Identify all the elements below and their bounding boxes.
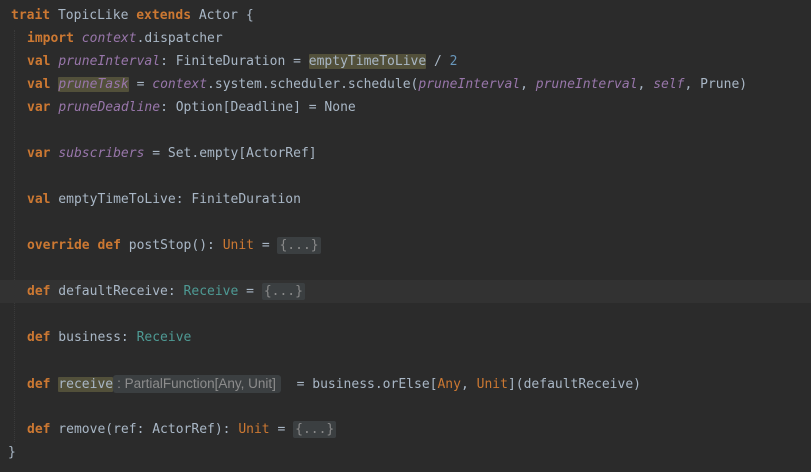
keyword: val [27,54,51,69]
text: , [460,377,477,392]
text: .system.scheduler.schedule( [207,77,419,92]
keyword: def [27,284,51,299]
code-line-8[interactable]: override def postStop(): Unit = {...} [0,234,811,257]
keyword: def [27,377,51,392]
text: , [520,77,536,92]
text: , [637,77,654,92]
code-line-12[interactable]: def remove(ref: ActorRef): Unit = {...} [0,418,811,441]
identifier: pruneTask [58,77,129,92]
type: Unit [222,238,254,253]
type: Receive [183,284,239,299]
keyword: def [27,330,51,345]
keyword: override [27,238,90,253]
type: Receive [136,330,192,345]
keyword: val [27,77,51,92]
text: = [269,422,294,437]
identifier: pruneInterval [58,54,161,69]
text: Actor { [191,8,254,23]
text: emptyTimeToLive: FiniteDuration [50,192,301,207]
type: Unit [476,377,508,392]
text: business: [50,330,137,345]
type: Unit [238,422,270,437]
code-line-4[interactable]: val pruneTask = context.system.scheduler… [0,73,811,96]
type: Any [437,377,461,392]
argument: pruneInterval [418,77,521,92]
text: = [238,284,262,299]
number-literal: 2 [449,54,458,69]
code-line-1[interactable]: trait TopicLike extends Actor { [0,4,811,27]
text: = [254,238,278,253]
code-line-2[interactable]: import context.dispatcher [0,27,811,50]
keyword: import [27,31,74,46]
closing-brace: } [8,445,16,460]
type-hint: : PartialFunction[Any, Unit] [113,375,281,393]
code-line-3[interactable]: val pruneInterval: FiniteDuration = empt… [0,50,811,73]
text: : Option[Deadline] = None [160,100,356,115]
identifier: context [152,77,208,92]
identifier: context [81,31,137,46]
text: : FiniteDuration = [160,54,309,69]
highlighted-identifier: receive [58,377,114,392]
code-line-10[interactable]: def business: Receive [0,326,811,349]
folded-block[interactable]: {...} [277,237,321,254]
text: , Prune) [684,77,748,92]
code-line-11[interactable]: def receive: PartialFunction[Any, Unit] … [0,372,811,395]
code-line-7[interactable]: val emptyTimeToLive: FiniteDuration [0,188,811,211]
text: remove(ref: ActorRef): [50,422,239,437]
operator: / [426,54,450,69]
keyword: def [97,238,121,253]
keyword: def [27,422,51,437]
text: postStop(): [120,238,223,253]
identifier: TopicLike [50,8,137,23]
identifier: subscribers [58,146,145,161]
keyword: var [27,146,51,161]
text: .dispatcher [136,31,223,46]
text: = [128,77,153,92]
keyword: var [27,100,51,115]
text: defaultReceive: [50,284,184,299]
code-line-13[interactable]: } [0,441,811,464]
text: ](defaultReceive) [507,377,641,392]
code-line-5[interactable]: var pruneDeadline: Option[Deadline] = No… [0,96,811,119]
code-editor[interactable]: trait TopicLike extends Actor { import c… [0,0,811,472]
folded-block[interactable]: {...} [293,421,337,438]
argument: self [653,77,685,92]
keyword: val [27,192,51,207]
highlighted-usage: emptyTimeToLive [308,54,427,69]
keyword: extends [136,8,192,23]
code-line-9[interactable]: def defaultReceive: Receive = {...} [0,280,811,303]
argument: pruneInterval [535,77,638,92]
folded-block[interactable]: {...} [261,283,305,300]
keyword: trait [11,8,51,23]
code-line-6[interactable]: var subscribers = Set.empty[ActorRef] [0,142,811,165]
identifier: pruneDeadline [58,100,161,115]
text: = Set.empty[ActorRef] [144,146,317,161]
text: = business.orElse[ [280,377,438,392]
